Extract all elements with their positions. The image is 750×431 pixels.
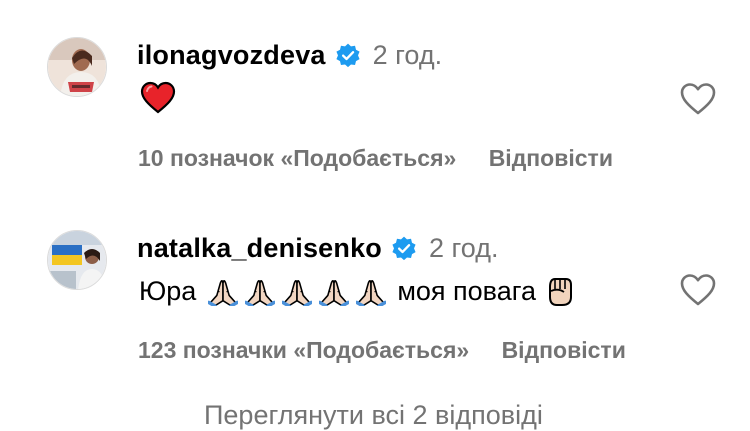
verified-badge-icon: [392, 236, 416, 260]
avatar[interactable]: [47, 230, 107, 290]
heart-outline-icon[interactable]: [679, 82, 717, 116]
comment-header: natalka_denisenko 2 год.: [137, 233, 498, 264]
folded-hands-emoji: [319, 280, 350, 306]
folded-hands-emoji: [208, 280, 239, 306]
verified-badge-icon: [336, 43, 360, 67]
comment-meta: 123 позначки «Подобається» Відповісти: [138, 337, 626, 364]
reply-button[interactable]: Відповісти: [489, 145, 613, 171]
folded-hands-emoji: [356, 280, 387, 306]
username-link[interactable]: natalka_denisenko: [137, 233, 382, 264]
red-heart-emoji: [140, 81, 176, 114]
heart-outline-icon[interactable]: [679, 273, 717, 307]
comment-text: [140, 81, 176, 115]
likes-count-link[interactable]: 123 позначки «Подобається»: [138, 337, 469, 363]
comment-text-start: Юра: [139, 275, 197, 306]
comment-header: ilonagvozdeva 2 год.: [137, 40, 442, 71]
comment-text: Юра моя повага: [139, 275, 574, 307]
comment-timestamp: 2 год.: [372, 40, 443, 70]
comment-timestamp: 2 год.: [429, 233, 499, 263]
likes-count-link[interactable]: 10 позначок «Подобається»: [138, 145, 456, 171]
folded-hands-emoji: [282, 280, 313, 306]
username-link[interactable]: ilonagvozdeva: [137, 40, 326, 71]
raised-fist-emoji: [548, 278, 572, 306]
folded-hands-emoji: [245, 280, 276, 306]
emoji-group: [208, 276, 393, 306]
reply-button[interactable]: Відповісти: [502, 337, 626, 363]
avatar[interactable]: [47, 37, 107, 97]
comment-text-end: моя повага: [397, 275, 536, 306]
comment-meta: 10 позначок «Подобається» Відповісти: [138, 145, 613, 172]
